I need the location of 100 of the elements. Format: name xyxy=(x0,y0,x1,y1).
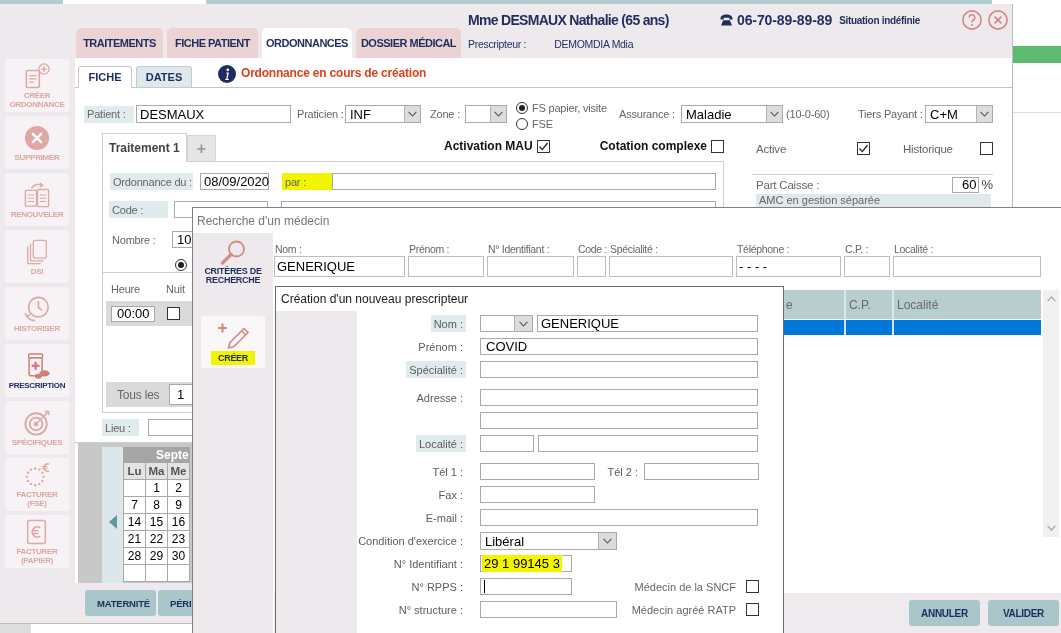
day-cell[interactable]: 28 xyxy=(124,548,146,565)
checkbox[interactable] xyxy=(536,139,550,153)
tab[interactable]: DATES xyxy=(136,66,192,88)
dialog-button[interactable]: ANNULER xyxy=(909,600,980,626)
field-label: Part Caisse : xyxy=(756,178,820,191)
chevron-down-icon xyxy=(766,106,782,122)
caret-left-icon xyxy=(108,515,117,529)
input-field[interactable]: DESMAUX xyxy=(136,105,291,123)
input-field[interactable] xyxy=(332,173,716,190)
option-label: FSE xyxy=(532,118,553,130)
checkbox[interactable] xyxy=(167,307,180,320)
tab[interactable]: Traitement 1 xyxy=(102,133,187,162)
field-label: Tél 1 : xyxy=(431,464,464,480)
dialog-button[interactable]: VALIDER xyxy=(988,600,1059,626)
option-label: Historique xyxy=(903,142,953,155)
search-criteria-button[interactable]: CRITÈRES DE RECHERCHE xyxy=(201,236,265,288)
dropdown[interactable]: C+M xyxy=(925,105,993,123)
day-cell[interactable]: 15 xyxy=(146,514,168,531)
input-field[interactable] xyxy=(538,435,758,452)
input-field[interactable]: COVID xyxy=(480,338,758,355)
help-icon[interactable] xyxy=(962,10,982,30)
day-cell[interactable]: 8 xyxy=(146,497,168,514)
search-field[interactable] xyxy=(609,256,733,277)
day-cell[interactable]: 23 xyxy=(168,531,190,548)
create-button[interactable]: CRÉER xyxy=(201,316,265,368)
dropdown[interactable] xyxy=(480,315,533,332)
field-label: Nombre : xyxy=(112,233,156,246)
field-label: Code : xyxy=(109,201,168,218)
option-label: FS papier, visite xyxy=(532,102,607,114)
checkbox[interactable] xyxy=(746,603,759,616)
prescriber-label: Prescripteur : xyxy=(468,38,527,50)
input-field[interactable] xyxy=(480,509,758,526)
input-field[interactable]: GENERIQUE xyxy=(537,315,758,332)
input-field[interactable] xyxy=(480,601,617,618)
percent-field[interactable]: 60 xyxy=(952,176,980,193)
tab[interactable]: DOSSIER MÉDICAL xyxy=(356,28,461,58)
input-field[interactable] xyxy=(480,412,758,429)
day-cell[interactable]: 2 xyxy=(168,480,190,497)
day-cell[interactable]: 22 xyxy=(146,531,168,548)
search-field[interactable]: - - - - xyxy=(736,256,841,277)
day-cell[interactable]: 16 xyxy=(168,514,190,531)
input-field[interactable] xyxy=(480,486,595,503)
day-cell[interactable]: 9 xyxy=(168,497,190,514)
dropdown[interactable] xyxy=(465,105,507,123)
day-cell[interactable]: 7 xyxy=(124,497,146,514)
close-icon[interactable] xyxy=(988,10,1008,30)
clock-icon xyxy=(24,295,50,322)
search-field[interactable] xyxy=(577,256,606,277)
dropdown[interactable]: Maladie xyxy=(681,105,783,123)
search-field[interactable]: GENERIQUE xyxy=(274,256,405,277)
checkbox[interactable] xyxy=(711,139,724,153)
checkbox[interactable] xyxy=(980,142,993,155)
tab[interactable]: TRAITEMENTS xyxy=(76,28,163,58)
dropdown[interactable]: Libéral xyxy=(480,532,617,550)
toolbar-button[interactable]: MATERNITÉ xyxy=(85,590,156,616)
input-field[interactable] xyxy=(480,463,595,480)
background-window-bar xyxy=(1013,46,1061,63)
tab[interactable]: ORDONNANCES xyxy=(262,28,352,58)
dropdown[interactable]: INF xyxy=(345,105,421,123)
search-field[interactable] xyxy=(487,256,574,277)
day-cell[interactable]: 29 xyxy=(146,548,168,565)
info-icon xyxy=(218,65,236,83)
documents-arrow-icon xyxy=(24,181,50,208)
radio-button[interactable] xyxy=(516,118,528,130)
input-field[interactable] xyxy=(480,361,758,378)
date-field[interactable]: 08/09/2020 xyxy=(200,173,269,190)
dialog-title: Recherche d'un médecin xyxy=(197,213,330,228)
target-icon xyxy=(24,409,50,436)
field-label: Localité : xyxy=(415,435,466,452)
previous-month-button[interactable] xyxy=(102,447,123,583)
weekday-label: Lu xyxy=(124,463,146,480)
field-label: Zone : xyxy=(430,108,460,120)
input-field[interactable] xyxy=(644,463,759,480)
field-label: Spécialité : xyxy=(609,243,658,256)
tab[interactable]: FICHE PATIENT xyxy=(167,28,258,58)
checkbox[interactable] xyxy=(746,580,759,593)
sidebar-button[interactable]: PRESCRIPTION xyxy=(5,344,69,397)
input-field[interactable]: 29 1 99145 3 xyxy=(480,555,572,572)
option-label: Cotation complexe xyxy=(599,139,707,153)
day-cell[interactable]: 1 xyxy=(146,480,168,497)
chevron-down-icon[interactable] xyxy=(1046,525,1056,531)
search-field[interactable] xyxy=(893,256,1041,277)
scrollbar[interactable] xyxy=(1043,290,1059,537)
calendar-month: Septe xyxy=(124,447,190,463)
day-cell[interactable]: 14 xyxy=(124,514,146,531)
time-field[interactable]: 00:00 xyxy=(111,305,155,322)
checkbox[interactable] xyxy=(857,142,870,155)
field-label: Nom : xyxy=(274,243,302,256)
tab[interactable]: FICHE xyxy=(78,66,132,88)
input-field[interactable] xyxy=(480,435,534,452)
input-field[interactable] xyxy=(480,578,572,595)
radio-button[interactable] xyxy=(175,259,187,271)
chevron-up-icon[interactable] xyxy=(1046,296,1056,302)
field-label: Localité : xyxy=(893,243,934,256)
radio-button[interactable] xyxy=(516,102,528,114)
search-field[interactable] xyxy=(844,256,890,277)
day-cell[interactable]: 21 xyxy=(124,531,146,548)
search-field[interactable] xyxy=(408,256,484,277)
input-field[interactable] xyxy=(480,389,758,406)
day-cell[interactable]: 30 xyxy=(168,548,190,565)
